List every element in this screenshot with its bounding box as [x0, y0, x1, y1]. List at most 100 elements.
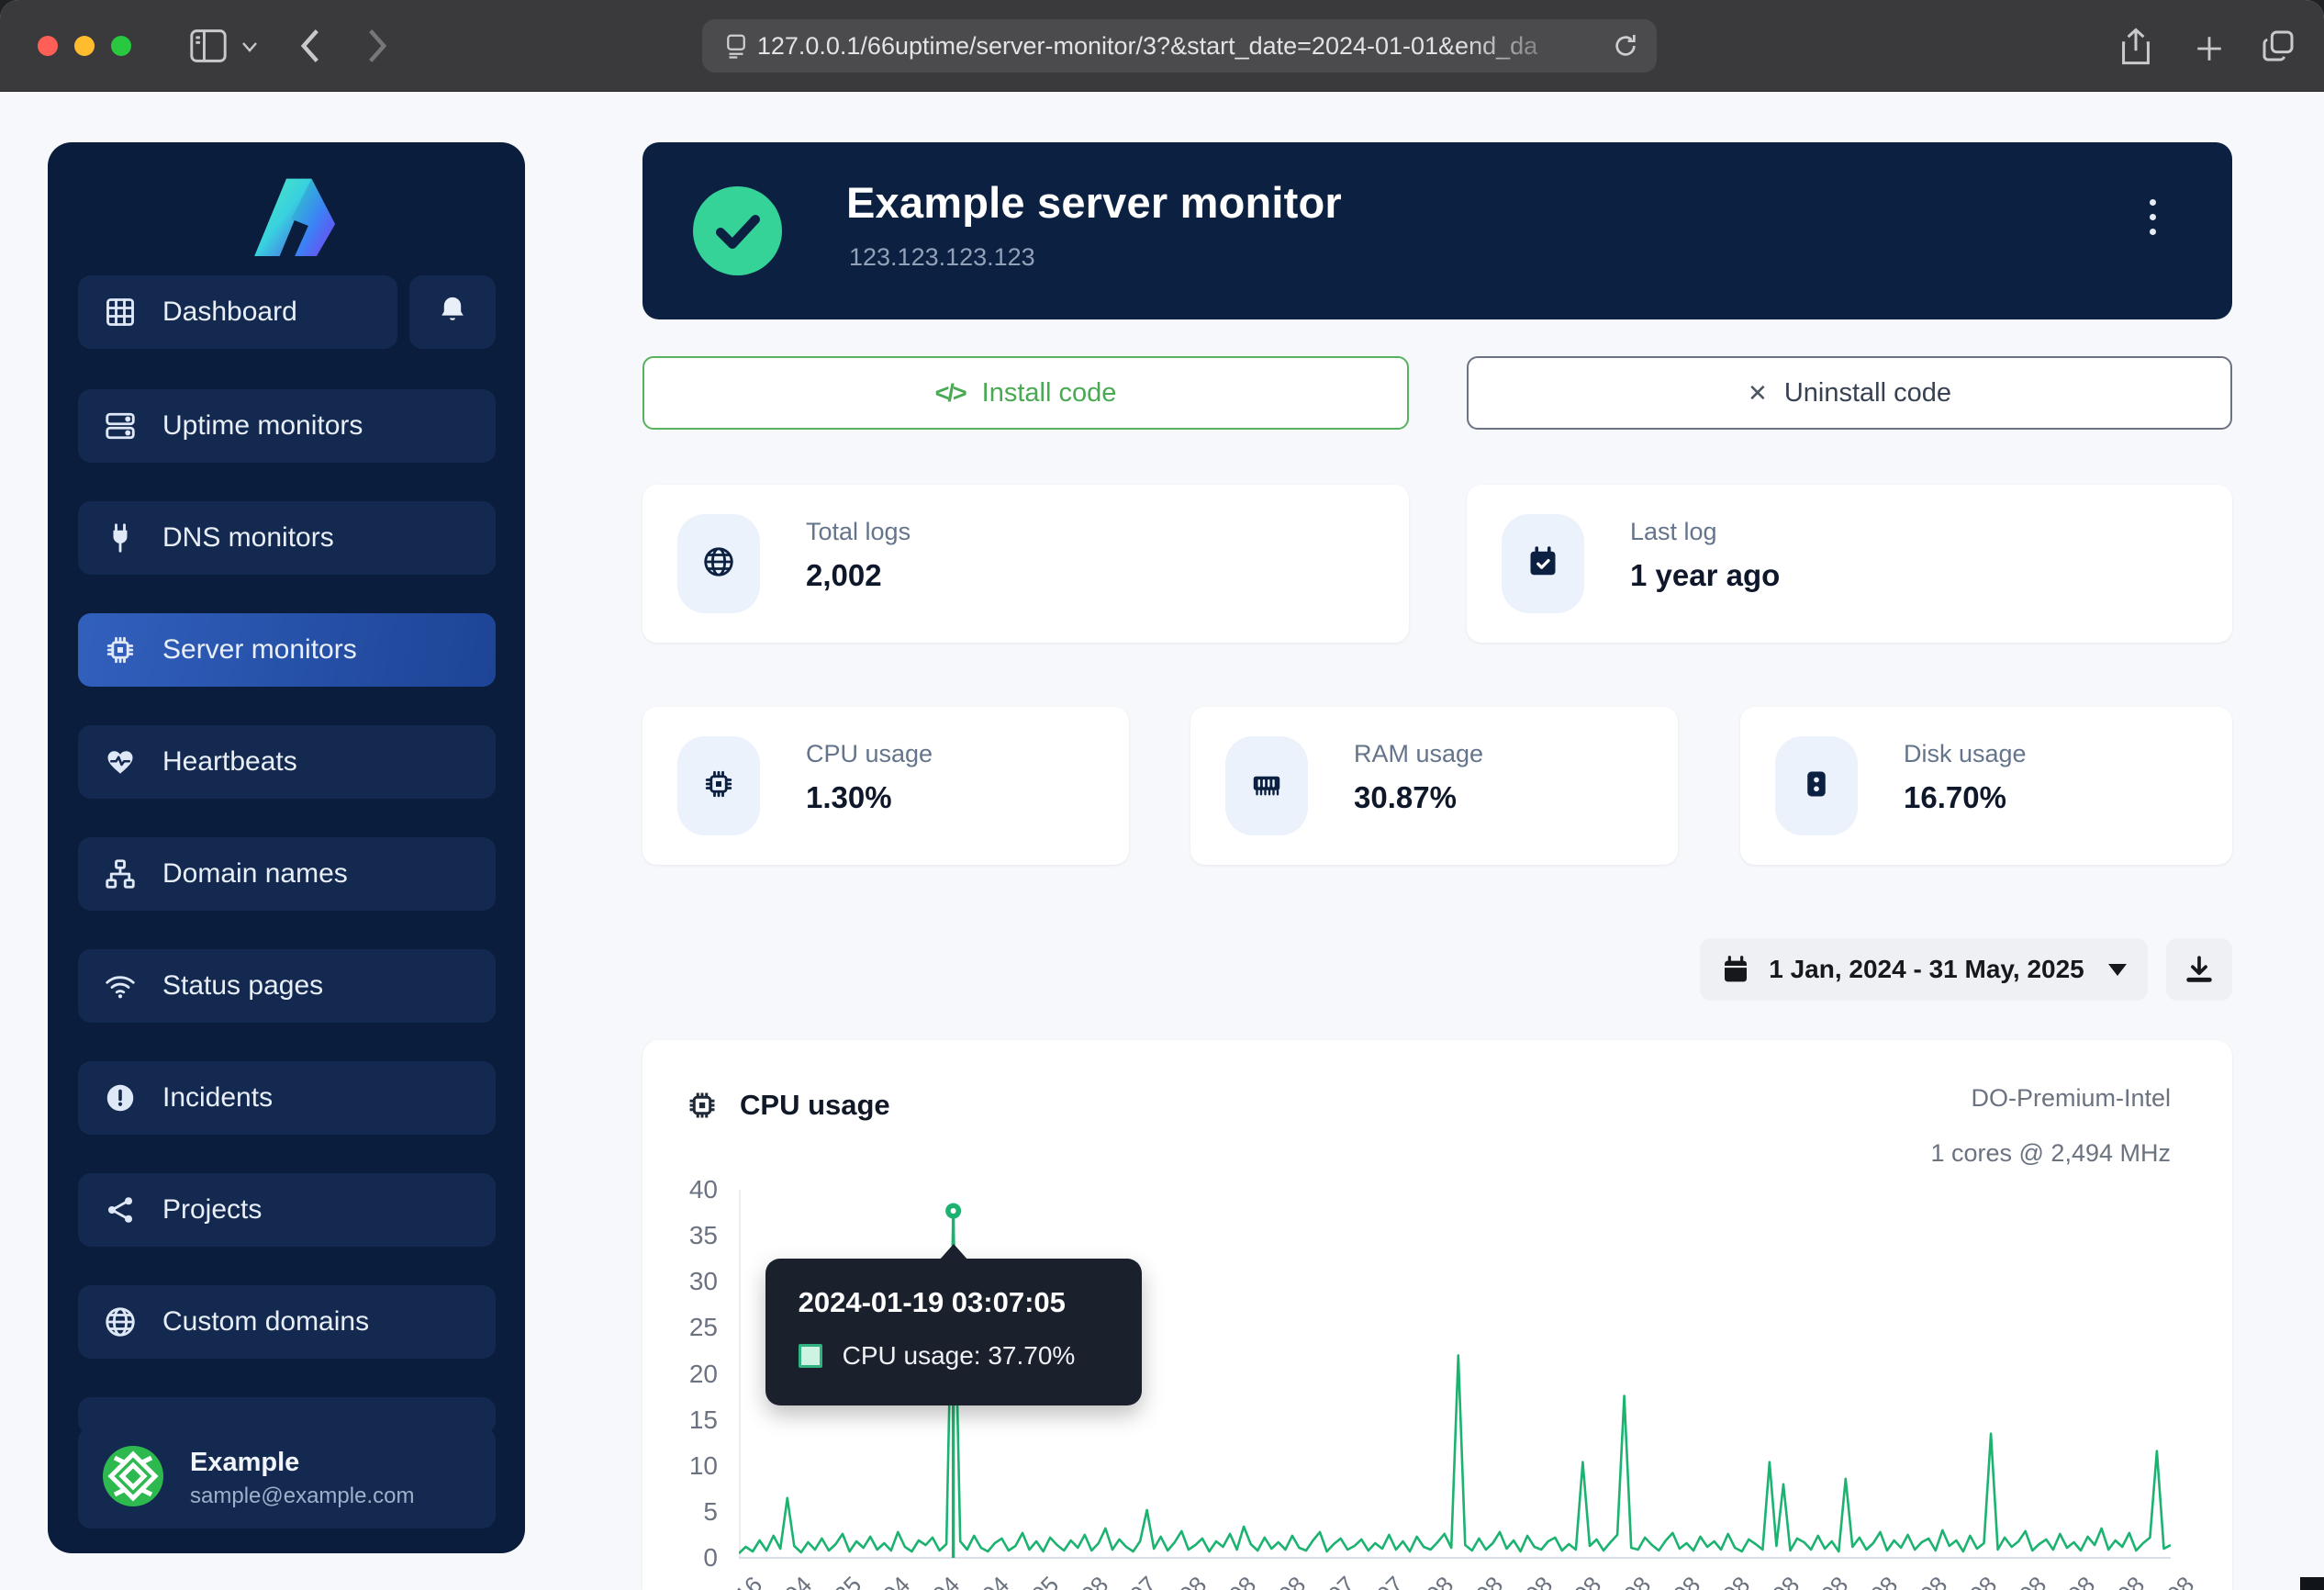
sidebar-item-label: Server monitors [162, 634, 357, 666]
y-tick-label: 0 [654, 1543, 718, 1573]
chip-icon [702, 767, 735, 805]
x-tick-label: 2024-09-28 00:04:08 [1332, 1571, 1509, 1590]
stat-label: Last log [1630, 518, 1717, 546]
sidebar-item-dashboard[interactable]: Dashboard [78, 275, 397, 349]
y-tick-label: 35 [654, 1221, 718, 1250]
tooltip-datetime: 2024-01-19 03:07:05 [799, 1286, 1066, 1319]
sitemap-icon [104, 857, 139, 891]
stat-label: Total logs [806, 518, 911, 546]
x-tick-label: 2024-12-23 06:44:08 [1579, 1571, 1756, 1590]
tab-overview-icon[interactable] [2260, 28, 2296, 64]
calendar-icon [1721, 955, 1750, 984]
sidebar-item-status-pages[interactable]: Status pages [78, 949, 496, 1023]
wifi-icon [104, 969, 139, 1003]
stat-card-last-log: Last log1 year ago [1467, 485, 2232, 643]
url-text[interactable]: 127.0.0.1/66uptime/server-monitor/3?&sta… [702, 32, 1592, 61]
x-tick-label: 2024-02-19 16:20:25 [690, 1571, 867, 1590]
install-code-label: Install code [982, 378, 1117, 409]
sidebar-item-label: Dashboard [162, 297, 297, 328]
stat-icon-tile [1502, 514, 1584, 613]
x-tick-label: 2025-01-26 19:00:08 [1678, 1571, 1855, 1590]
sidebar-item-projects[interactable]: Projects [78, 1173, 496, 1247]
sidebar-item-custom-domains[interactable]: Custom domains [78, 1285, 496, 1359]
x-tick-label: 2024-04-10 10:44:04 [838, 1571, 1015, 1590]
stat-icon-tile [677, 736, 760, 835]
back-icon[interactable] [298, 28, 322, 64]
address-bar[interactable]: 127.0.0.1/66uptime/server-monitor/3?&sta… [702, 19, 1657, 73]
sidebar-item-incidents[interactable]: Incidents [78, 1061, 496, 1135]
server-icon [104, 409, 139, 443]
stat-value: 2,002 [806, 558, 882, 593]
legend-swatch [799, 1344, 822, 1368]
plug-icon [104, 521, 139, 555]
heart-pulse-icon [104, 745, 139, 779]
x-tick-label: 2024-05-14 23:00:08 [937, 1571, 1114, 1590]
new-tab-icon[interactable] [2194, 33, 2225, 64]
server-spec: 1 cores @ 2,494 MHz [1930, 1139, 2171, 1168]
y-tick-label: 20 [654, 1360, 718, 1389]
forward-icon [365, 28, 389, 64]
stat-label: Disk usage [1904, 740, 2027, 768]
x-tick-label: 2025-05-10 07:48:08 [1973, 1571, 2151, 1590]
stat-card-cpu-usage: CPU usage 1.30% [642, 707, 1129, 865]
chevron-down-icon[interactable] [240, 40, 259, 53]
x-tick-label: 2025-04-23 01:40:08 [1925, 1571, 2102, 1590]
x-tick-label: 2025-02-13 01:08:08 [1727, 1571, 1905, 1590]
sidebar-item-label: Heartbeats [162, 746, 297, 778]
x-tick-label: 2024-01-16 04:04:16 [642, 1571, 768, 1590]
share-icon[interactable] [2118, 28, 2153, 66]
avatar [102, 1445, 164, 1512]
x-tick-label: 2024-10-15 06:12:08 [1381, 1571, 1559, 1590]
x-tick-label: 2025-03-19 13:24:08 [1826, 1571, 2003, 1590]
x-tick-label: 2024-07-21 23:32:08 [1134, 1571, 1312, 1590]
sidebar-toggle-icon[interactable] [188, 28, 229, 64]
stat-label: RAM usage [1354, 740, 1483, 768]
y-tick-label: 30 [654, 1267, 718, 1296]
x-tick-label: 2025-04-05 19:32:08 [1875, 1571, 2052, 1590]
date-range-picker[interactable]: 1 Jan, 2024 - 31 May, 2025 [1700, 938, 2148, 1001]
globe-icon [702, 545, 735, 583]
close-window-button[interactable] [38, 36, 58, 56]
install-code-button[interactable]: </> Install code [642, 356, 1409, 430]
x-tick-label: 2024-07-04 17:24:08 [1085, 1571, 1262, 1590]
y-tick-label: 10 [654, 1451, 718, 1481]
chart-title: CPU usage [740, 1089, 890, 1122]
sidebar-item-server-monitors[interactable]: Server monitors [78, 613, 496, 687]
x-tick-label: 2025-01-09 12:52:08 [1628, 1571, 1805, 1590]
download-button[interactable] [2166, 938, 2232, 1001]
account-card[interactable]: Example sample@example.com [78, 1428, 496, 1528]
calendar-check-icon [1526, 545, 1559, 583]
page-title: Example server monitor [846, 177, 1342, 228]
sidebar-item-domain-names[interactable]: Domain names [78, 837, 496, 911]
caret-down-icon [2108, 964, 2127, 976]
zoom-window-button[interactable] [111, 36, 131, 56]
date-range-label: 1 Jan, 2024 - 31 May, 2025 [1769, 955, 2084, 984]
x-tick-label: 2025-03-02 07:16:08 [1776, 1571, 1953, 1590]
stat-value: 1.30% [806, 780, 892, 815]
minimize-window-button[interactable] [74, 36, 95, 56]
monitor-ip: 123.123.123.123 [849, 243, 1035, 272]
download-icon [2184, 954, 2215, 985]
notifications-button[interactable] [409, 275, 496, 349]
uninstall-code-button[interactable]: ✕ Uninstall code [1467, 356, 2232, 430]
globe-icon [104, 1304, 139, 1339]
kebab-menu-icon[interactable] [2150, 199, 2159, 235]
stat-label: CPU usage [806, 740, 933, 768]
sidebar-item-label: Status pages [162, 970, 323, 1002]
sidebar-item-uptime-monitors[interactable]: Uptime monitors [78, 389, 496, 463]
stat-icon-tile [677, 514, 760, 613]
grid-icon [104, 295, 139, 330]
x-tick-label: 2024-11-01 12:20:08 [1432, 1571, 1607, 1590]
x-tick-label: 2024-12-06 00:36:08 [1529, 1571, 1706, 1590]
sidebar-item-label: DNS monitors [162, 522, 334, 554]
y-tick-label: 40 [654, 1175, 718, 1204]
stat-card-disk-usage: Disk usage16.70% [1740, 707, 2232, 865]
sidebar-item-dns-monitors[interactable]: DNS monitors [78, 501, 496, 575]
check-circle-icon [693, 186, 782, 280]
sidebar-item-heartbeats[interactable]: Heartbeats [78, 725, 496, 799]
x-icon: ✕ [1748, 379, 1768, 408]
account-name: Example [190, 1448, 414, 1478]
sidebar-item-label: Projects [162, 1194, 262, 1226]
x-tick-label: 2024-03-07 22:28:04 [740, 1571, 917, 1590]
reload-icon[interactable] [1611, 31, 1640, 65]
